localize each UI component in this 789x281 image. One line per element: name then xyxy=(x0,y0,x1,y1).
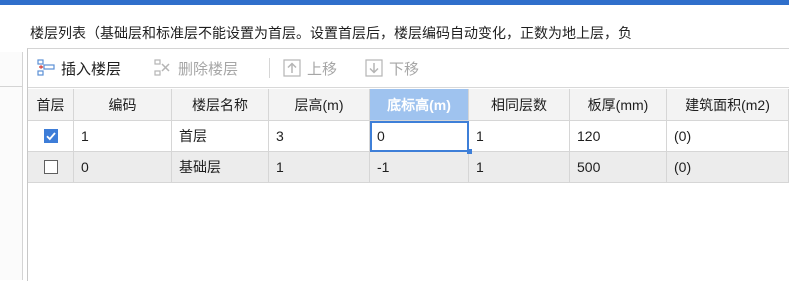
floor-name-cell[interactable]: 首层 xyxy=(172,121,269,152)
move-up-label: 上移 xyxy=(307,60,338,78)
col-header-base-elevation[interactable]: 底标高(m) xyxy=(370,89,469,121)
insert-floor-button[interactable]: 插入楼层 xyxy=(36,56,121,80)
table-row[interactable]: 0 基础层 1 -1 1 500 (0) xyxy=(28,152,789,183)
check-icon xyxy=(45,132,56,141)
building-area-cell[interactable]: (0) xyxy=(667,152,789,183)
arrow-up-icon xyxy=(283,59,301,77)
base-elevation-cell[interactable]: 0 xyxy=(370,121,469,152)
col-header-code[interactable]: 编码 xyxy=(74,89,172,121)
move-down-label: 下移 xyxy=(389,60,420,78)
insert-floor-icon xyxy=(37,59,55,76)
col-header-building-area[interactable]: 建筑面积(m2) xyxy=(667,89,789,121)
floor-name-cell[interactable]: 基础层 xyxy=(172,152,269,183)
floor-height-cell[interactable]: 3 xyxy=(269,121,370,152)
col-header-first-floor[interactable]: 首层 xyxy=(28,89,74,121)
base-elevation-cell[interactable]: -1 xyxy=(370,152,469,183)
same-count-cell[interactable]: 1 xyxy=(469,152,570,183)
base-elevation-value: 0 xyxy=(377,128,385,144)
first-floor-cell[interactable] xyxy=(28,121,74,152)
code-cell[interactable]: 0 xyxy=(74,152,172,183)
delete-floor-label: 删除楼层 xyxy=(178,60,239,78)
col-header-slab-thickness[interactable]: 板厚(mm) xyxy=(570,89,667,121)
first-floor-cell[interactable] xyxy=(28,152,74,183)
move-up-button[interactable]: 上移 xyxy=(282,56,337,80)
delete-floor-button[interactable]: 删除楼层 xyxy=(153,56,238,80)
delete-floor-icon xyxy=(154,59,170,76)
table-header-row: 首层 编码 楼层名称 层高(m) 底标高(m) 相同层数 板厚(mm) 建筑面积… xyxy=(28,89,789,121)
col-header-floor-name[interactable]: 楼层名称 xyxy=(172,89,269,121)
first-floor-checkbox[interactable] xyxy=(43,160,58,174)
fill-handle[interactable] xyxy=(467,149,472,154)
toolbar-separator xyxy=(269,58,270,78)
code-cell[interactable]: 1 xyxy=(74,121,172,152)
slab-thickness-cell[interactable]: 500 xyxy=(570,152,667,183)
floor-list-caption: 楼层列表（基础层和标准层不能设置为首层。设置首层后，楼层编码自动变化，正数为地上… xyxy=(30,25,632,41)
arrow-down-icon xyxy=(365,59,383,77)
move-down-button[interactable]: 下移 xyxy=(364,56,419,80)
toolbar: 插入楼层 删除楼层 上移 下移 xyxy=(28,49,789,88)
title-bar-strip xyxy=(0,0,789,5)
first-floor-checkbox[interactable] xyxy=(43,129,58,143)
table-row[interactable]: 1 首层 3 0 1 120 (0) xyxy=(28,121,789,152)
building-area-cell[interactable]: (0) xyxy=(667,121,789,152)
floor-table-panel: 插入楼层 删除楼层 上移 下移 首层 编码 楼层名称 层高(m) 底标高(m) … xyxy=(27,48,789,281)
left-pane-header xyxy=(0,52,22,87)
floor-height-cell[interactable]: 1 xyxy=(269,152,370,183)
col-header-same-count[interactable]: 相同层数 xyxy=(469,89,570,121)
same-count-cell[interactable]: 1 xyxy=(469,121,570,152)
slab-thickness-cell[interactable]: 120 xyxy=(570,121,667,152)
col-header-floor-height[interactable]: 层高(m) xyxy=(269,89,370,121)
insert-floor-label: 插入楼层 xyxy=(61,60,122,78)
